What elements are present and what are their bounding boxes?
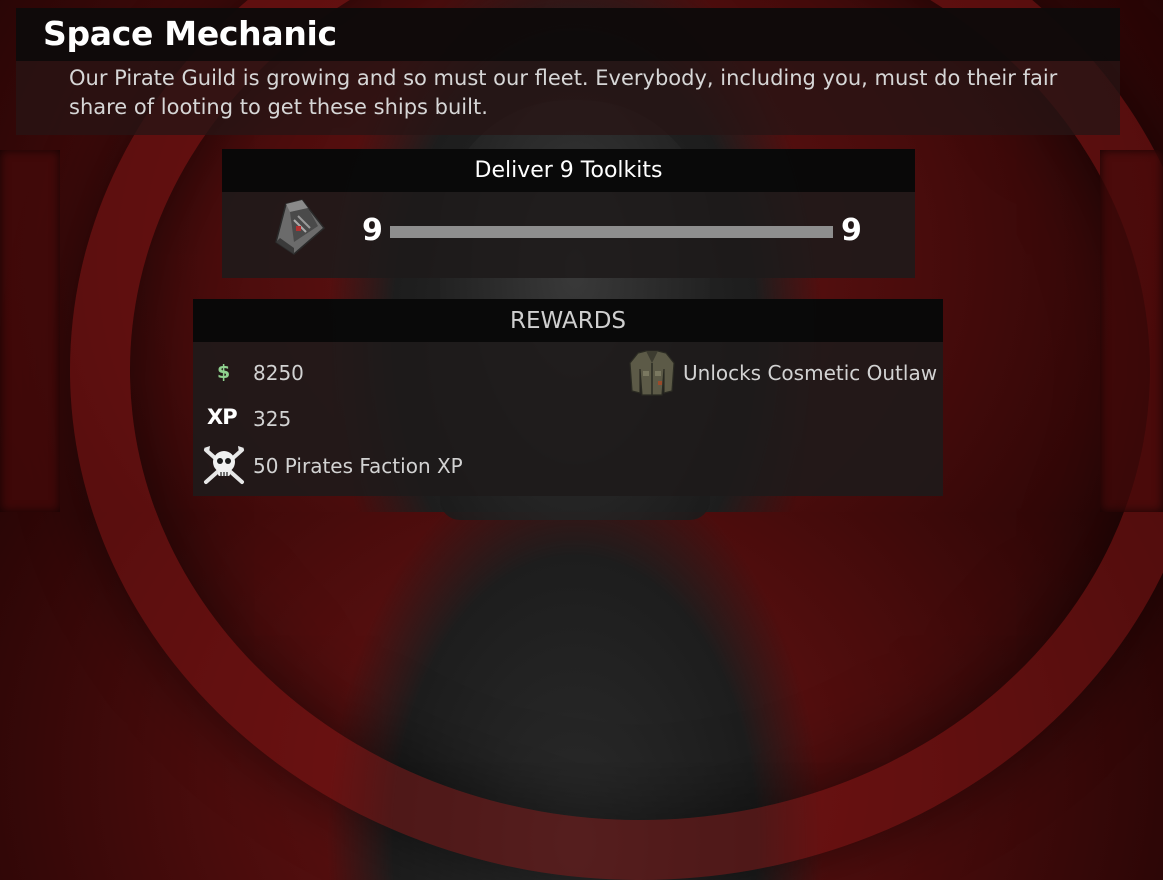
objective-label: Deliver 9 Toolkits (222, 149, 915, 192)
xp-reward-amount: 325 (253, 407, 292, 431)
progress-current-count: 9 (362, 213, 383, 248)
quest-header: Space Mechanic Our Pirate Guild is growi… (16, 8, 1120, 135)
xp-icon: XP (207, 405, 238, 429)
background-wall-right (1100, 150, 1163, 512)
objective-progress-fill (390, 226, 833, 238)
rewards-header: REWARDS (193, 299, 943, 342)
cosmetic-reward-label: Unlocks Cosmetic Outlaw (683, 361, 938, 385)
progress-required-count: 9 (841, 213, 862, 248)
objective-progress-bar (390, 226, 833, 238)
pirate-skull-icon (204, 446, 244, 484)
quest-title-bar: Space Mechanic (16, 8, 1120, 61)
toolkit-icon (275, 199, 326, 255)
money-reward-amount: 8250 (253, 361, 304, 385)
quest-description: Our Pirate Guild is growing and so must … (69, 66, 1058, 119)
background-wall-left (0, 150, 60, 512)
faction-reward-label: 50 Pirates Faction XP (253, 454, 463, 478)
jacket-icon (629, 350, 675, 396)
money-icon: $ (217, 361, 231, 383)
quest-title: Space Mechanic (43, 14, 337, 53)
